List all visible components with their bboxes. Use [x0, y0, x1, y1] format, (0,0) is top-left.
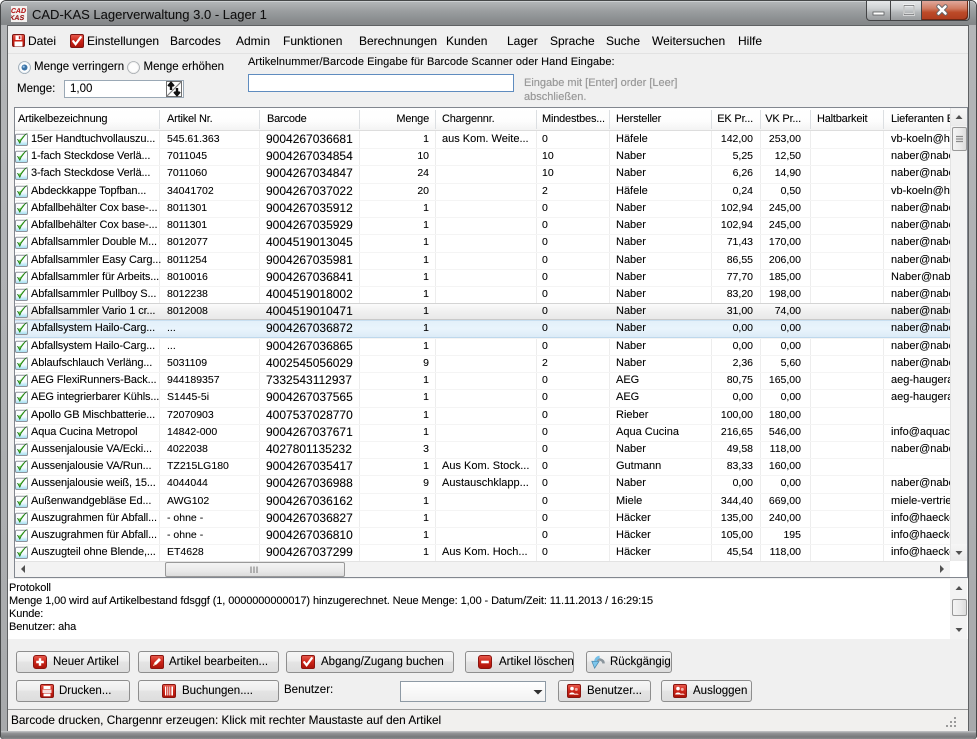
svg-text:CAD: CAD: [11, 8, 27, 15]
svg-text:KAS: KAS: [11, 15, 25, 22]
